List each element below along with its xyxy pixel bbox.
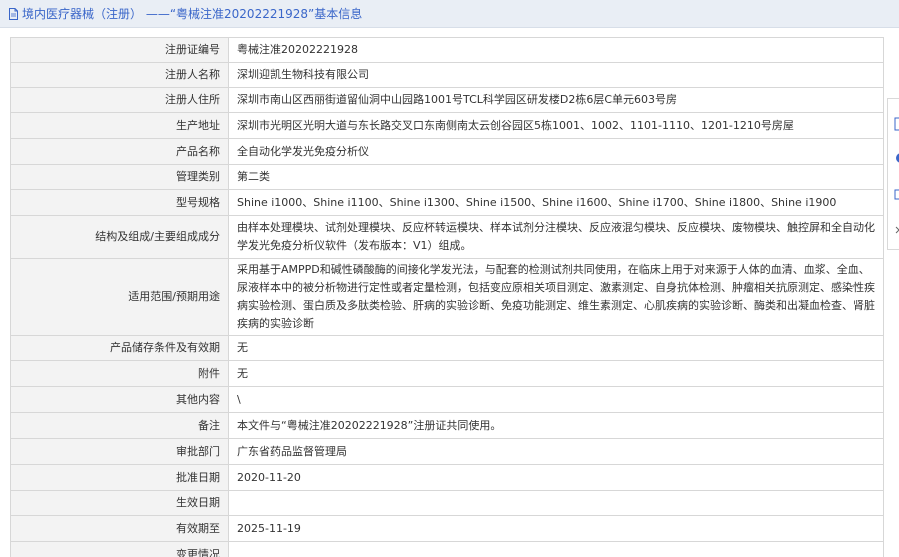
row-value: 无 bbox=[229, 336, 884, 361]
row-label: 产品名称 bbox=[11, 139, 229, 165]
document-icon bbox=[8, 8, 19, 20]
row-label: 管理类别 bbox=[11, 165, 229, 190]
row-label: 结构及组成/主要组成成分 bbox=[11, 216, 229, 259]
info-table: 注册证编号 粤械注准20202221928 注册人名称 深圳迎凯生物科技有限公司… bbox=[10, 37, 884, 557]
table-row: 管理类别 第二类 bbox=[11, 165, 884, 190]
table-row: 附件 无 bbox=[11, 361, 884, 387]
row-value: 本文件与“粤械注准20202221928”注册证共同使用。 bbox=[229, 413, 884, 439]
table-row: 产品名称 全自动化学发光免疫分析仪 bbox=[11, 139, 884, 165]
row-label: 有效期至 bbox=[11, 516, 229, 542]
row-label: 批准日期 bbox=[11, 465, 229, 491]
row-label: 生产地址 bbox=[11, 113, 229, 139]
row-label: 注册人名称 bbox=[11, 63, 229, 88]
row-value: 无 bbox=[229, 361, 884, 387]
row-value: 全自动化学发光免疫分析仪 bbox=[229, 139, 884, 165]
row-value: 第二类 bbox=[229, 165, 884, 190]
row-value: 深圳迎凯生物科技有限公司 bbox=[229, 63, 884, 88]
row-value bbox=[229, 542, 884, 557]
table-row: 适用范围/预期用途 采用基于AMPPD和碱性磷酸酶的间接化学发光法，与配套的检测… bbox=[11, 259, 884, 336]
row-label: 注册人住所 bbox=[11, 88, 229, 113]
row-value: 深圳市光明区光明大道与东长路交叉口东南侧南太云创谷园区5栋1001、1002、1… bbox=[229, 113, 884, 139]
box-icon[interactable] bbox=[894, 187, 899, 201]
row-label: 审批部门 bbox=[11, 439, 229, 465]
row-value: Shine i1000、Shine i1100、Shine i1300、Shin… bbox=[229, 190, 884, 216]
row-label: 产品储存条件及有效期 bbox=[11, 336, 229, 361]
page-header: 境内医疗器械（注册） ——“粤械注准20202221928”基本信息 bbox=[0, 0, 899, 28]
row-label: 生效日期 bbox=[11, 491, 229, 516]
table-row: 结构及组成/主要组成成分 由样本处理模块、试剂处理模块、反应杯转运模块、样本试剂… bbox=[11, 216, 884, 259]
row-label: 其他内容 bbox=[11, 387, 229, 413]
edit-icon[interactable] bbox=[894, 117, 899, 131]
table-row: 有效期至 2025-11-19 bbox=[11, 516, 884, 542]
row-label: 注册证编号 bbox=[11, 38, 229, 63]
row-value: 2025-11-19 bbox=[229, 516, 884, 542]
table-row: 生效日期 bbox=[11, 491, 884, 516]
row-value: \ bbox=[229, 387, 884, 413]
table-row: 注册人住所 深圳市南山区西丽街道留仙洞中山园路1001号TCL科学园区研发楼D2… bbox=[11, 88, 884, 113]
row-value: 2020-11-20 bbox=[229, 465, 884, 491]
page-title: 境内医疗器械（注册） ——“粤械注准20202221928”基本信息 bbox=[22, 5, 362, 22]
table-row: 生产地址 深圳市光明区光明大道与东长路交叉口东南侧南太云创谷园区5栋1001、1… bbox=[11, 113, 884, 139]
table-row: 注册证编号 粤械注准20202221928 bbox=[11, 38, 884, 63]
table-row: 注册人名称 深圳迎凯生物科技有限公司 bbox=[11, 63, 884, 88]
row-value: 由样本处理模块、试剂处理模块、反应杯转运模块、样本试剂分注模块、反应液混匀模块、… bbox=[229, 216, 884, 259]
info-table-frame: 注册证编号 粤械注准20202221928 注册人名称 深圳迎凯生物科技有限公司… bbox=[10, 37, 884, 557]
row-value: 粤械注准20202221928 bbox=[229, 38, 884, 63]
row-label: 变更情况 bbox=[11, 542, 229, 557]
table-row: 产品储存条件及有效期 无 bbox=[11, 336, 884, 361]
row-value: 采用基于AMPPD和碱性磷酸酶的间接化学发光法，与配套的检测试剂共同使用，在临床… bbox=[229, 259, 884, 336]
row-label: 型号规格 bbox=[11, 190, 229, 216]
row-value: 深圳市南山区西丽街道留仙洞中山园路1001号TCL科学园区研发楼D2栋6层C单元… bbox=[229, 88, 884, 113]
row-label: 附件 bbox=[11, 361, 229, 387]
table-row: 批准日期 2020-11-20 bbox=[11, 465, 884, 491]
row-label: 备注 bbox=[11, 413, 229, 439]
circle-icon[interactable] bbox=[894, 151, 899, 165]
row-label: 适用范围/预期用途 bbox=[11, 259, 229, 336]
table-row: 型号规格 Shine i1000、Shine i1100、Shine i1300… bbox=[11, 190, 884, 216]
close-icon[interactable] bbox=[894, 223, 899, 237]
side-toolbar[interactable] bbox=[887, 98, 899, 250]
table-row: 其他内容 \ bbox=[11, 387, 884, 413]
row-value: 广东省药品监督管理局 bbox=[229, 439, 884, 465]
table-row: 变更情况 bbox=[11, 542, 884, 557]
row-value bbox=[229, 491, 884, 516]
table-row: 审批部门 广东省药品监督管理局 bbox=[11, 439, 884, 465]
table-row: 备注 本文件与“粤械注准20202221928”注册证共同使用。 bbox=[11, 413, 884, 439]
